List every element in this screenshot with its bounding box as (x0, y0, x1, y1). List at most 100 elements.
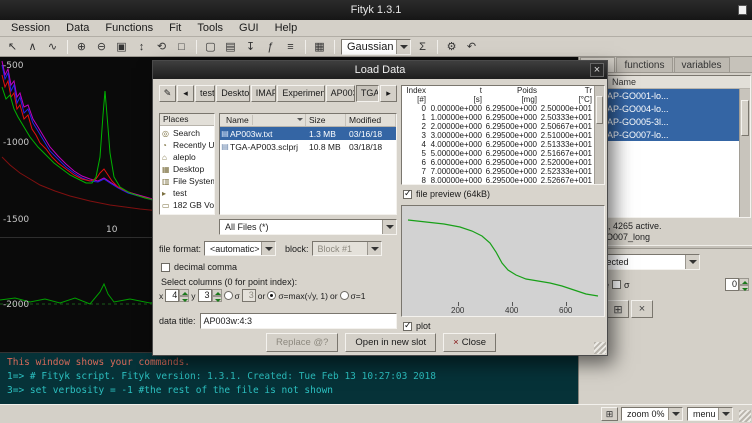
log-icon[interactable]: ≡ (281, 38, 300, 55)
x-tick-label: 10 (106, 225, 117, 235)
scrollbar-thumb[interactable] (741, 100, 749, 136)
down-arrow-icon[interactable] (739, 285, 749, 292)
tab-variables[interactable]: variables (674, 57, 730, 72)
stepper-arrows[interactable] (212, 289, 222, 302)
execute-script-icon[interactable]: ƒ (261, 38, 280, 55)
menu-session[interactable]: Session (3, 20, 58, 36)
column-name[interactable]: Name (220, 114, 306, 126)
file-format-combo[interactable]: <automatic> (204, 241, 276, 256)
breadcrumb-tga[interactable]: TGA (356, 85, 379, 102)
sigma-one-radio[interactable] (340, 291, 349, 300)
chevron-down-icon[interactable] (668, 408, 682, 420)
column-modified[interactable]: Modified (346, 114, 396, 126)
place-search[interactable]: ◎Search (160, 127, 214, 139)
sigma-one-label: σ=1 (351, 291, 366, 301)
zoom-combo[interactable]: zoom 0% (621, 407, 683, 421)
down-arrow-icon[interactable] (179, 296, 189, 303)
place-recently-used[interactable]: ◔Recently U... (160, 139, 214, 151)
chevron-down-icon[interactable] (261, 242, 275, 255)
screenshot-icon[interactable]: ▦ (310, 38, 329, 55)
dialog-buttons: Replace @? Open in new slot ×Close (153, 333, 609, 352)
zoom-all-icon[interactable]: ▣ (112, 38, 131, 55)
back-icon[interactable]: ◂ (177, 85, 194, 102)
place-home[interactable]: ⌂aleplo (160, 151, 214, 163)
sigma-column-radio[interactable] (224, 291, 233, 300)
file-row[interactable]: ▤ TGA-AP003.sclprj 10.8 MB 03/18/18 (220, 140, 396, 153)
y-column-stepper[interactable]: 3 (198, 289, 222, 302)
undo-zoom-icon[interactable]: ⟲ (152, 38, 171, 55)
decimal-comma-checkbox[interactable] (161, 263, 170, 272)
activate-mode-icon[interactable]: ∿ (43, 38, 62, 55)
breadcrumb-imap[interactable]: IMAP (251, 85, 277, 102)
replace-button[interactable]: Replace @? (266, 333, 338, 352)
breadcrumb-ap003[interactable]: AP003 (326, 85, 355, 102)
column-size[interactable]: Size (306, 114, 346, 126)
menu-gui[interactable]: GUI (231, 20, 267, 36)
file-row[interactable]: ▤ AP003w.txt 1.3 MB 03/16/18 (220, 127, 396, 140)
zoom-vertical-icon[interactable]: ↕ (132, 38, 151, 55)
data-title-row: data title: AP003w:4:3 (159, 313, 397, 329)
window-titlebar[interactable]: Fityk 1.3.1 (0, 0, 752, 20)
scrollbar-thumb[interactable] (596, 96, 603, 124)
add-function-icon[interactable]: Σ (413, 38, 432, 55)
delete-dataset-icon[interactable]: × (631, 300, 653, 318)
chevron-down-icon (367, 242, 381, 255)
plot-checkbox[interactable] (403, 322, 412, 331)
place-test-folder[interactable]: ▸test (160, 187, 214, 199)
statusbar-menu-combo[interactable]: menu (687, 407, 733, 421)
breadcrumb-experimental[interactable]: Experimental (277, 85, 324, 102)
tab-functions[interactable]: functions (616, 57, 672, 72)
x-column-stepper[interactable]: 4 (165, 289, 189, 302)
grid-icon[interactable]: ⊞ (607, 300, 629, 318)
chevron-down-icon[interactable] (718, 408, 732, 420)
menu-data[interactable]: Data (58, 20, 97, 36)
undo-fit-icon[interactable]: ↶ (462, 38, 481, 55)
sigma-checkbox[interactable] (612, 280, 621, 289)
menu-tools[interactable]: Tools (189, 20, 231, 36)
menu-help[interactable]: Help (267, 20, 306, 36)
full-view-icon[interactable]: □ (172, 38, 191, 55)
forward-icon[interactable]: ▸ (380, 85, 397, 102)
open-session-icon[interactable]: ▤ (221, 38, 240, 55)
zoom-in-icon[interactable]: ⊕ (72, 38, 91, 55)
menu-fit[interactable]: Fit (161, 20, 189, 36)
aux-y-tick-label: -2000 (3, 300, 29, 310)
dataset-list-scrollbar[interactable] (739, 89, 750, 217)
window-button[interactable] (738, 5, 747, 15)
data-title-input[interactable]: AP003w:4:3 (200, 313, 397, 329)
function-type-combo[interactable]: Gaussian (341, 39, 411, 55)
new-session-icon[interactable]: ▢ (201, 38, 220, 55)
resize-grip[interactable] (739, 410, 751, 422)
chevron-down-icon[interactable] (396, 40, 410, 54)
down-arrow-icon[interactable] (212, 296, 222, 303)
close-button[interactable]: ×Close (443, 333, 496, 352)
close-icon[interactable]: × (590, 63, 604, 77)
file-icon: ▤ (220, 129, 230, 138)
file-preview-checkbox[interactable] (403, 190, 412, 199)
open-in-new-slot-button[interactable]: Open in new slot (345, 333, 436, 352)
menu-functions[interactable]: Functions (97, 20, 161, 36)
breadcrumb-desktop[interactable]: Desktop (216, 85, 249, 102)
stepper-arrows[interactable] (739, 278, 749, 291)
pointer-mode-icon[interactable]: ↖ (3, 38, 22, 55)
breadcrumb-test[interactable]: test (195, 85, 215, 102)
place-filesystem[interactable]: ▥File System (160, 175, 214, 187)
zoom-out-icon[interactable]: ⊖ (92, 38, 111, 55)
fit-icon[interactable]: ⚙ (442, 38, 461, 55)
stepper-arrows[interactable] (179, 289, 189, 302)
place-desktop[interactable]: ▦Desktop (160, 163, 214, 175)
file-filter-combo[interactable]: All Files (*) (219, 219, 397, 235)
command-console[interactable]: This window shows your commands. 1=> # F… (0, 352, 578, 404)
place-volume[interactable]: ▭182 GB Vol... (160, 199, 214, 211)
point-size-stepper[interactable]: 0 (725, 278, 749, 291)
add-peak-mode-icon[interactable]: ∧ (23, 38, 42, 55)
statusbar-panel-icon[interactable]: ⊞ (601, 407, 618, 421)
edit-path-icon[interactable]: ✎ (159, 85, 176, 102)
chevron-down-icon[interactable] (685, 255, 699, 269)
chevron-down-icon[interactable] (382, 220, 396, 234)
sigma-sqrt-radio[interactable] (267, 291, 276, 300)
dialog-resize-grip[interactable] (594, 342, 606, 354)
preview-table-scrollbar[interactable] (594, 86, 604, 184)
dialog-titlebar[interactable]: Load Data × (153, 61, 607, 79)
save-session-icon[interactable]: ↧ (241, 38, 260, 55)
